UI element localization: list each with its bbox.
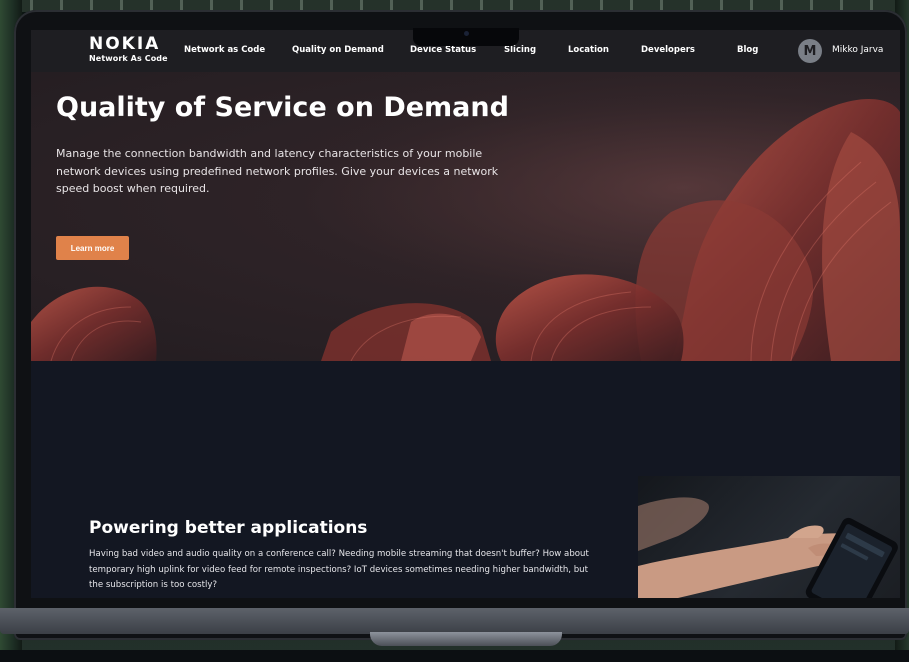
logo-wordmark: NOKIA [89, 34, 161, 54]
camera-notch [413, 28, 519, 46]
section-text: Having bad video and audio quality on a … [89, 549, 589, 590]
nav-item-developers[interactable]: Developers [641, 45, 695, 55]
hands-with-phone-image [638, 476, 900, 598]
hero-banner: Quality of Service on Demand Manage the … [31, 72, 900, 361]
nav-item-quality-on-demand[interactable]: Quality on Demand [292, 45, 384, 55]
desk-shadow [0, 650, 909, 662]
camera-icon [464, 31, 469, 36]
nav-item-blog[interactable]: Blog [737, 45, 758, 55]
laptop-base [0, 608, 909, 634]
nav-item-network-as-code[interactable]: Network as Code [184, 45, 265, 55]
user-avatar[interactable]: M [798, 39, 822, 63]
hero-title: Quality of Service on Demand [56, 92, 509, 123]
logo-subtitle: Network As Code [89, 54, 168, 63]
nav-item-location[interactable]: Location [568, 45, 609, 55]
nav-item-device-status[interactable]: Device Status [410, 45, 476, 55]
learn-more-button[interactable]: Learn more [56, 236, 129, 260]
section-title: Powering better applications [89, 518, 368, 538]
nav-item-slicing[interactable]: Slicing [504, 45, 536, 55]
nokia-logo[interactable]: NOKIA Network As Code [89, 35, 168, 65]
hero-description: Manage the connection bandwidth and late… [56, 147, 499, 195]
user-name[interactable]: Mikko Jarva [832, 45, 883, 55]
laptop-screen: NOKIA Network As Code Network as Code Qu… [31, 30, 900, 598]
laptop-opening-notch [370, 632, 562, 646]
content-section: Powering better applications Having bad … [31, 361, 900, 598]
